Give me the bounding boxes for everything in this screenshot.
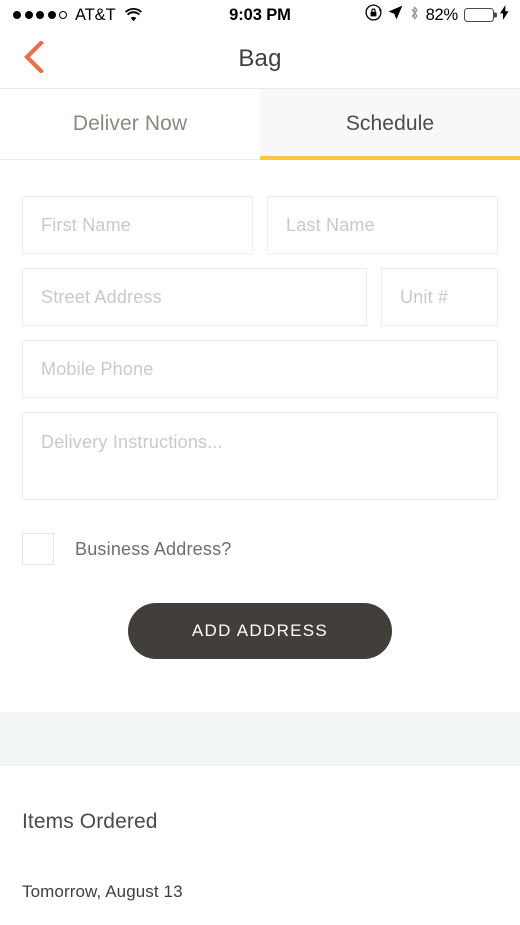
battery-icon — [464, 8, 494, 22]
items-ordered-section: Items Ordered Tomorrow, August 13 — [0, 810, 520, 902]
last-name-input[interactable]: Last Name — [267, 196, 498, 254]
app-screen: AT&T 9:03 PM 82% Bag Deliver Now Schedul… — [0, 0, 520, 925]
tab-schedule-label: Schedule — [345, 112, 435, 135]
location-arrow-icon — [388, 5, 403, 25]
name-row: First Name Last Name — [22, 196, 498, 254]
battery-percent-label: 82% — [425, 5, 459, 24]
status-bar-right: 82% — [365, 4, 509, 26]
mobile-phone-input[interactable]: Mobile Phone — [22, 340, 498, 398]
delivery-instructions-input[interactable]: Delivery Instructions... — [22, 412, 498, 500]
street-address-input[interactable]: Street Address — [22, 268, 367, 326]
navigation-bar: Bag — [0, 30, 520, 89]
delivery-mode-tabs: Deliver Now Schedule — [0, 89, 520, 160]
business-address-label[interactable]: Business Address? — [75, 539, 232, 560]
first-name-input[interactable]: First Name — [22, 196, 253, 254]
rotation-lock-icon — [365, 4, 382, 26]
status-bar-left: AT&T — [13, 6, 143, 25]
phone-row: Mobile Phone — [22, 340, 498, 398]
address-form: First Name Last Name Street Address Unit… — [0, 160, 520, 659]
street-row: Street Address Unit # — [22, 268, 498, 326]
page-title: Bag — [238, 45, 282, 72]
cellular-signal-icon — [13, 11, 67, 19]
section-divider-band — [0, 712, 520, 766]
tab-deliver-now[interactable]: Deliver Now — [0, 89, 260, 159]
chevron-left-icon — [24, 39, 44, 78]
back-button[interactable] — [12, 37, 56, 81]
carrier-label: AT&T — [75, 5, 116, 24]
lightning-bolt-icon — [500, 5, 509, 25]
wifi-icon — [124, 8, 143, 22]
business-address-row: Business Address? — [22, 533, 498, 565]
items-ordered-heading: Items Ordered — [22, 810, 158, 833]
tab-schedule[interactable]: Schedule — [260, 89, 520, 160]
unit-number-input[interactable]: Unit # — [381, 268, 498, 326]
bluetooth-icon — [409, 5, 420, 26]
business-address-checkbox[interactable] — [22, 533, 54, 565]
status-bar: AT&T 9:03 PM 82% — [0, 0, 520, 30]
tab-deliver-now-label: Deliver Now — [72, 112, 188, 135]
add-address-button[interactable]: ADD ADDRESS — [128, 603, 392, 659]
items-ordered-date: Tomorrow, August 13 — [22, 882, 183, 901]
submit-row: ADD ADDRESS — [22, 603, 498, 659]
